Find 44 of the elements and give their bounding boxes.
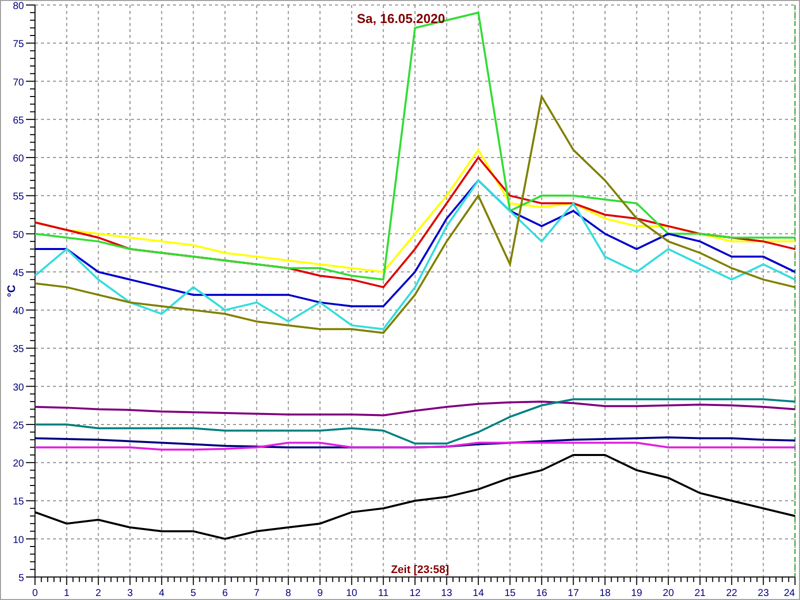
y-tick-label: 55	[12, 192, 24, 203]
x-tick-label: 24	[784, 588, 795, 599]
y-tick-label: 50	[12, 230, 24, 241]
y-tick-label: 70	[12, 77, 24, 88]
x-tick-label: 8	[286, 588, 292, 599]
x-tick-label: 12	[409, 588, 421, 599]
y-tick-label: 10	[12, 534, 24, 546]
x-tick-label: 4	[158, 588, 164, 599]
x-tick-label: 6	[222, 588, 228, 599]
x-tick-label: 0	[32, 588, 38, 599]
y-tick-label: 35	[12, 344, 24, 356]
x-tick-label: 11	[378, 588, 389, 599]
chart-title: Sa, 16.05.2020	[356, 11, 446, 26]
x-tick-label: 15	[504, 588, 516, 599]
x-tick-label: 19	[631, 588, 642, 599]
y-axis-label: °C	[6, 284, 18, 298]
x-tick-label: 3	[127, 588, 133, 599]
x-tick-label: 20	[662, 588, 674, 599]
x-tick-label: 17	[568, 588, 579, 599]
x-tick-label: 21	[694, 588, 706, 599]
y-tick-label: 60	[12, 154, 24, 165]
x-tick-label: 7	[254, 588, 260, 599]
x-tick-label: 10	[346, 588, 358, 599]
x-tick-label: 23	[758, 588, 769, 599]
x-tick-label: 22	[726, 588, 738, 599]
y-tick-label: 45	[12, 268, 24, 279]
x-tick-label: 9	[317, 588, 323, 599]
y-tick-label: 15	[12, 496, 24, 508]
x-tick-label: 13	[441, 588, 452, 599]
y-tick-label: 5	[18, 573, 24, 584]
y-tick-label: 20	[12, 458, 24, 470]
y-tick-label: 75	[12, 39, 24, 50]
y-tick-label: 25	[12, 420, 24, 432]
y-tick-label: 40	[12, 306, 24, 318]
x-tick-label: 5	[190, 588, 196, 599]
x-tick-label: 16	[536, 588, 548, 599]
x-tick-label: 18	[599, 588, 611, 599]
y-tick-label: 65	[12, 115, 24, 126]
x-tick-label: 2	[96, 588, 102, 599]
x-tick-label: 14	[472, 588, 484, 599]
y-tick-label: 30	[12, 382, 24, 394]
y-tick-label: 80	[12, 1, 24, 12]
x-tick-label: 1	[64, 588, 70, 599]
x-axis-label: Zeit [23:58]	[390, 564, 450, 576]
